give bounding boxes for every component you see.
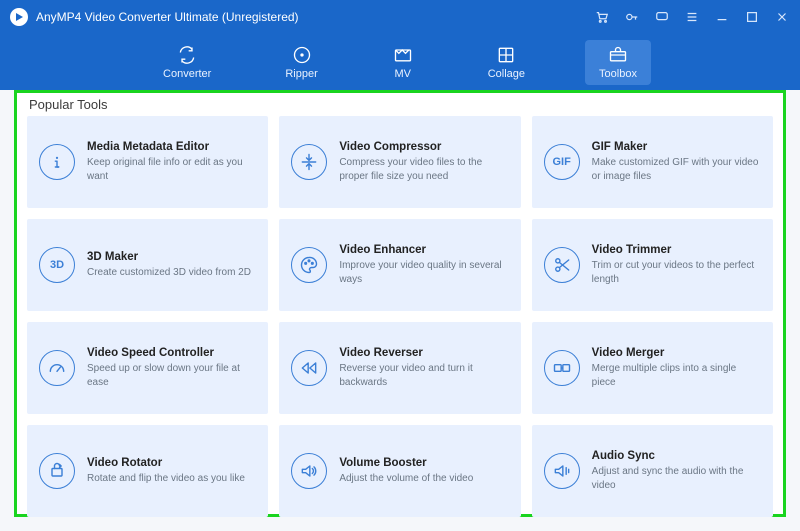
tool-title: Video Trimmer [592,244,761,256]
mv-icon [392,45,414,65]
nav-label: Toolbox [599,68,637,80]
nav-label: Ripper [285,68,317,80]
tool-title: Video Enhancer [339,244,508,256]
volume-icon [291,453,327,489]
tool-desc: Rotate and flip the video as you like [87,472,245,486]
tool-title: Audio Sync [592,450,761,462]
tool-video-reverser[interactable]: Video Reverser Reverse your video and tu… [279,322,520,414]
tool-desc: Merge multiple clips into a single piece [592,362,761,389]
popular-tools-panel: Popular Tools Media Metadata Editor Keep… [14,90,786,517]
tool-audio-sync[interactable]: Audio Sync Adjust and sync the audio wit… [532,425,773,517]
tool-desc: Create customized 3D video from 2D [87,266,251,280]
tool-video-compressor[interactable]: Video Compressor Compress your video fil… [279,116,520,208]
tool-desc: Adjust the volume of the video [339,472,473,486]
tool-video-rotator[interactable]: Video Rotator Rotate and flip the video … [27,425,268,517]
converter-icon [176,45,198,65]
rotate-icon [39,453,75,489]
tool-desc: Compress your video files to the proper … [339,156,508,183]
tool-title: 3D Maker [87,251,251,263]
tool-title: Video Speed Controller [87,347,256,359]
tool-media-metadata-editor[interactable]: Media Metadata Editor Keep original file… [27,116,268,208]
chat-icon[interactable] [654,9,670,25]
tool-desc: Adjust and sync the audio with the video [592,465,761,492]
toolbox-icon [607,45,629,65]
tool-desc: Improve your video quality in several wa… [339,259,508,286]
nav-mv[interactable]: MV [378,40,428,85]
nav-converter[interactable]: Converter [149,40,225,85]
tool-desc: Speed up or slow down your file at ease [87,362,256,389]
tool-title: GIF Maker [592,141,761,153]
app-logo [10,8,28,26]
ripper-icon [291,45,313,65]
tool-desc: Trim or cut your videos to the perfect l… [592,259,761,286]
cart-icon[interactable] [594,9,610,25]
maximize-button[interactable] [744,9,760,25]
tool-video-merger[interactable]: Video Merger Merge multiple clips into a… [532,322,773,414]
nav-ripper[interactable]: Ripper [271,40,331,85]
rewind-icon [291,350,327,386]
gauge-icon [39,350,75,386]
tool-gif-maker[interactable]: GIF GIF Maker Make customized GIF with y… [532,116,773,208]
audio-sync-icon [544,453,580,489]
tool-volume-booster[interactable]: Volume Booster Adjust the volume of the … [279,425,520,517]
nav-collage[interactable]: Collage [474,40,539,85]
nav-toolbox[interactable]: Toolbox [585,40,651,85]
nav-label: MV [394,68,411,80]
tool-title: Video Rotator [87,457,245,469]
tool-title: Video Compressor [339,141,508,153]
tool-video-trimmer[interactable]: Video Trimmer Trim or cut your videos to… [532,219,773,311]
info-icon [39,144,75,180]
tool-title: Video Reverser [339,347,508,359]
three-d-icon: 3D [39,247,75,283]
gif-icon: GIF [544,144,580,180]
app-title: AnyMP4 Video Converter Ultimate (Unregis… [36,10,299,24]
key-icon[interactable] [624,9,640,25]
menu-icon[interactable] [684,9,700,25]
minimize-button[interactable] [714,9,730,25]
tool-desc: Keep original file info or edit as you w… [87,156,256,183]
tool-desc: Make customized GIF with your video or i… [592,156,761,183]
tool-title: Video Merger [592,347,761,359]
titlebar: AnyMP4 Video Converter Ultimate (Unregis… [0,0,800,34]
scissors-icon [544,247,580,283]
nav-label: Converter [163,68,211,80]
tool-desc: Reverse your video and turn it backwards [339,362,508,389]
close-button[interactable] [774,9,790,25]
palette-icon [291,247,327,283]
tool-title: Media Metadata Editor [87,141,256,153]
tool-video-speed-controller[interactable]: Video Speed Controller Speed up or slow … [27,322,268,414]
tool-title: Volume Booster [339,457,473,469]
main-nav: Converter Ripper MV Collage Toolbox [0,34,800,90]
section-title: Popular Tools [27,97,773,116]
tool-video-enhancer[interactable]: Video Enhancer Improve your video qualit… [279,219,520,311]
merge-icon [544,350,580,386]
collage-icon [495,45,517,65]
compress-icon [291,144,327,180]
tool-3d-maker[interactable]: 3D 3D Maker Create customized 3D video f… [27,219,268,311]
nav-label: Collage [488,68,525,80]
